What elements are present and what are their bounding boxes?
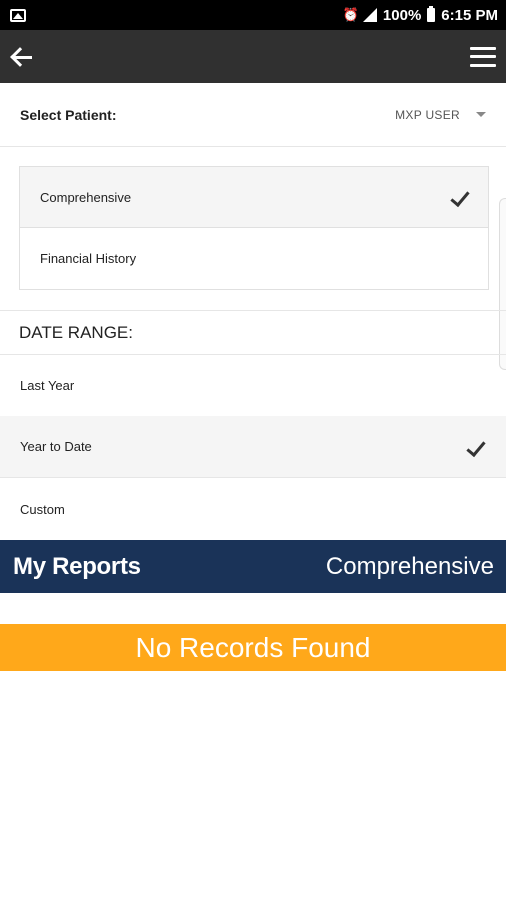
report-option-financial-history[interactable]: Financial History <box>20 228 488 289</box>
chevron-down-icon <box>476 112 486 117</box>
date-option-year-to-date[interactable]: Year to Date <box>0 416 506 478</box>
gallery-icon <box>10 8 26 22</box>
battery-icon <box>427 6 436 22</box>
signal-icon <box>362 8 377 22</box>
select-patient-row: Select Patient: MXP USER <box>0 83 506 147</box>
selected-report-type: Comprehensive <box>325 552 494 580</box>
battery-percent: 100% <box>382 6 422 24</box>
my-reports-title: My Reports <box>13 552 141 580</box>
checkmark-icon <box>466 439 484 455</box>
patient-dropdown-value: MXP USER <box>395 107 460 122</box>
date-option-custom[interactable]: Custom <box>0 478 506 540</box>
status-time: 6:15 PM <box>441 6 498 24</box>
status-bar: ⏰ 100% 6:15 PM <box>0 0 506 30</box>
report-option-label: Comprehensive <box>40 189 132 205</box>
back-arrow-icon[interactable] <box>10 45 34 69</box>
select-patient-label: Select Patient: <box>20 106 117 123</box>
checkmark-icon <box>450 189 468 205</box>
no-records-banner: No Records Found <box>0 624 506 671</box>
patient-dropdown[interactable]: MXP USER <box>395 108 486 122</box>
date-option-last-year[interactable]: Last Year <box>0 355 506 417</box>
date-option-label: Year to Date <box>20 439 92 454</box>
report-type-list: Comprehensive Financial History <box>19 166 489 290</box>
date-option-label: Last Year <box>20 378 75 393</box>
report-option-comprehensive[interactable]: Comprehensive <box>20 167 488 228</box>
hamburger-menu-icon[interactable] <box>470 46 496 67</box>
my-reports-header: My Reports Comprehensive <box>0 540 506 593</box>
report-option-label: Financial History <box>40 251 137 266</box>
app-bar <box>0 30 506 83</box>
date-option-label: Custom <box>20 501 65 517</box>
alarm-icon: ⏰ <box>342 7 359 22</box>
date-range-heading: DATE RANGE: <box>0 310 506 355</box>
